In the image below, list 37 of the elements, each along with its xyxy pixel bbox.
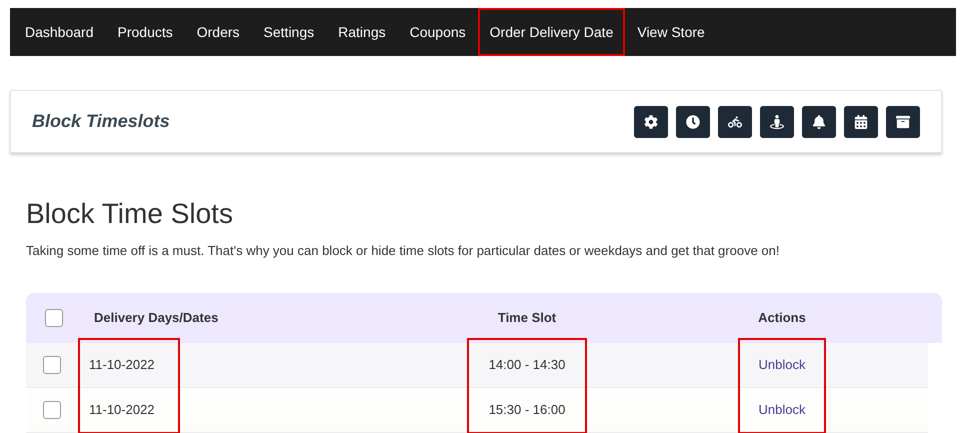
unblock-link[interactable]: Unblock <box>758 400 806 420</box>
toolbar-button[interactable] <box>718 106 752 138</box>
nav-link[interactable]: Settings <box>252 8 326 56</box>
toolbar-button[interactable] <box>676 106 710 138</box>
table-cell-text: 11-10-2022 <box>89 400 155 419</box>
column-header: Actions <box>758 308 806 327</box>
person-pin-icon <box>770 114 784 128</box>
archive-icon <box>896 114 910 128</box>
nav-link[interactable]: Orders <box>184 8 252 56</box>
clock-icon <box>686 114 700 128</box>
toolbar-button[interactable] <box>634 106 668 138</box>
nav-link[interactable]: Coupons <box>398 8 478 56</box>
nav-link[interactable]: Order Delivery Date <box>478 8 626 56</box>
toolbar-button[interactable] <box>760 106 794 138</box>
description-text: Taking some time off is a must. That's why you can block or hide time slots for particular dates or weekdays and get that groove on! <box>26 242 780 260</box>
bell-icon <box>812 114 826 128</box>
toolbar-button[interactable] <box>802 106 836 138</box>
checkbox[interactable] <box>45 308 63 326</box>
table-cell-text: 15:30 - 16:00 <box>488 400 566 419</box>
toolbar-button[interactable] <box>844 106 878 138</box>
nav-link[interactable]: Ratings <box>326 8 398 56</box>
calendar-icon <box>854 114 868 128</box>
bicycle-icon <box>728 114 742 128</box>
checkbox[interactable] <box>43 356 61 374</box>
nav-link[interactable]: Dashboard <box>13 8 106 56</box>
toolbar-button[interactable] <box>886 106 920 138</box>
checkbox[interactable] <box>43 400 61 418</box>
table-cell-text: 14:00 - 14:30 <box>488 356 566 374</box>
section-heading: Block Time Slots <box>26 197 234 231</box>
unblock-link[interactable]: Unblock <box>758 354 806 374</box>
nav-link[interactable]: View Store <box>625 8 717 56</box>
nav-link[interactable]: Products <box>106 8 185 56</box>
settings-icon <box>644 114 658 128</box>
page-title: Block Timeslots <box>32 110 170 133</box>
column-header: Delivery Days/Dates <box>94 308 218 327</box>
table-cell-text: 11-10-2022 <box>89 356 155 374</box>
column-header: Time Slot <box>498 308 556 327</box>
